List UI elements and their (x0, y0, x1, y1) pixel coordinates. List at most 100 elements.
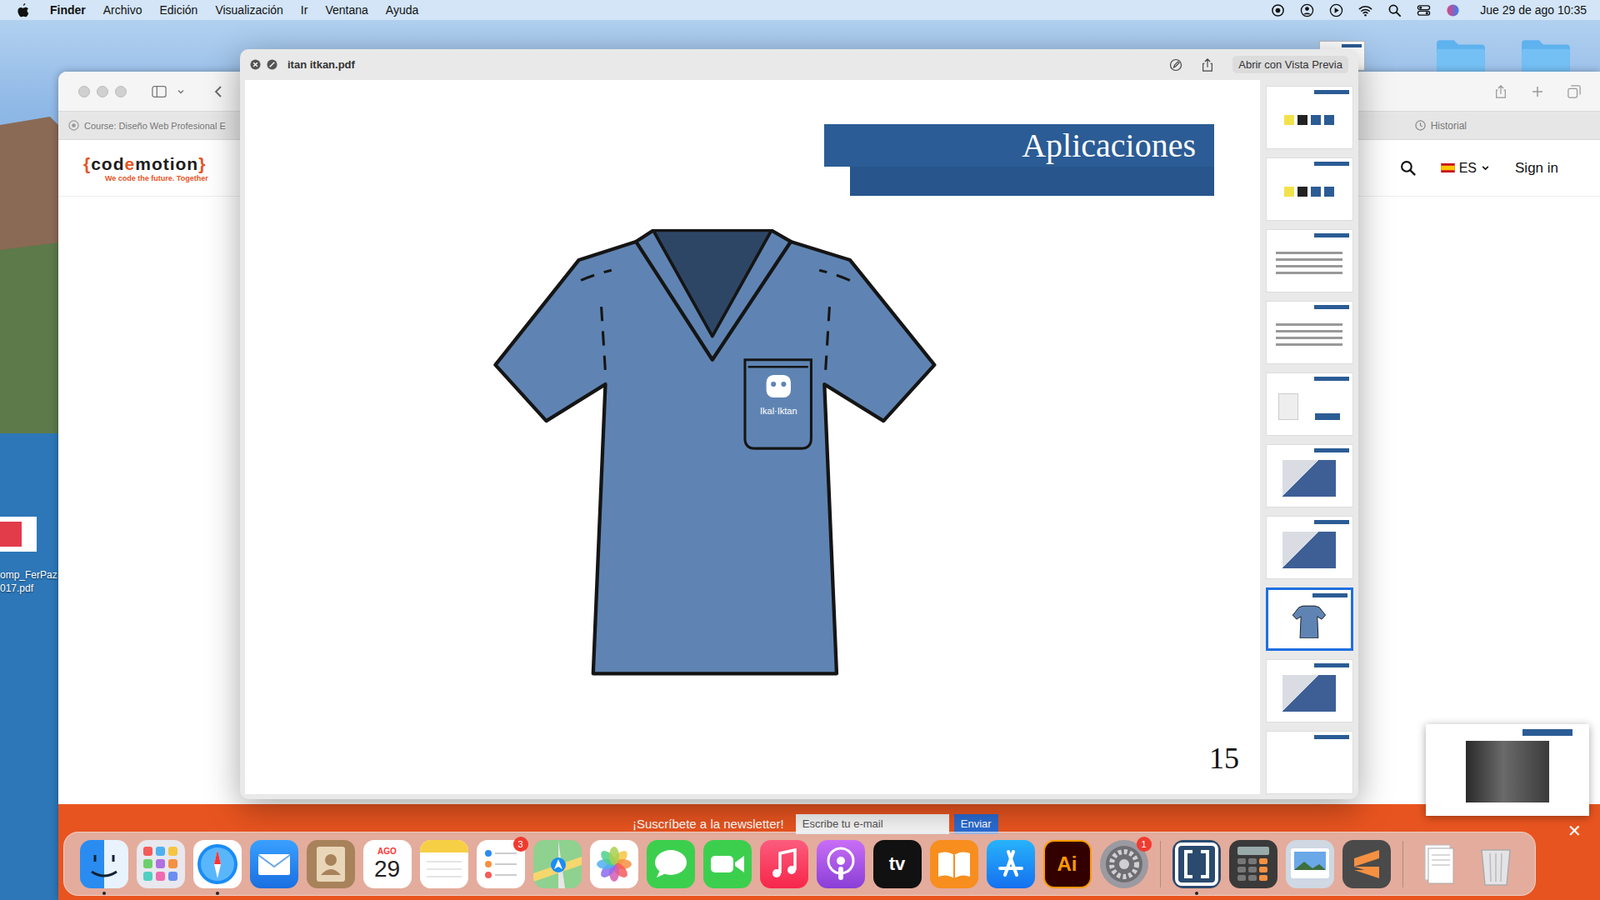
page-thumbnail[interactable] (1265, 515, 1354, 580)
dock-item[interactable] (1415, 840, 1464, 889)
page-thumbnail[interactable] (1265, 85, 1354, 150)
dock-item[interactable] (1229, 840, 1278, 889)
close-icon[interactable] (250, 59, 261, 70)
illustrator-icon[interactable]: Ai (1043, 840, 1092, 889)
dock-item[interactable] (80, 840, 129, 889)
page-thumbnail[interactable] (1265, 157, 1354, 221)
tab[interactable]: Course: Diseño Web Profesional E (68, 120, 226, 131)
dock-item[interactable] (930, 840, 979, 889)
dock-item[interactable] (703, 840, 752, 889)
menu-item[interactable]: Ventana (325, 3, 368, 17)
dock-item[interactable] (1285, 840, 1335, 889)
back-icon[interactable] (211, 85, 227, 99)
share-icon[interactable] (1493, 85, 1509, 99)
fullscreen-icon[interactable] (266, 59, 278, 70)
dock-item[interactable]: 3 (476, 840, 525, 889)
dock-item[interactable] (986, 840, 1035, 889)
chevron-down-icon[interactable] (176, 87, 185, 96)
podcasts-icon[interactable] (816, 840, 865, 889)
share-icon[interactable] (1200, 58, 1215, 72)
dock-item[interactable]: 1 (1100, 840, 1149, 889)
menu-item[interactable]: Archivo (103, 3, 143, 17)
file-thumbnail (0, 516, 37, 552)
contacts-icon[interactable] (306, 840, 355, 889)
apple-icon[interactable] (16, 3, 30, 18)
open-with-preview-button[interactable]: Abrir con Vista Previa (1232, 55, 1349, 74)
codemotion-logo[interactable]: {codemotion}We code the future. Together (83, 154, 209, 183)
calendar-icon[interactable]: AGO29 (363, 840, 412, 889)
desktop-file[interactable]: omp_FerPaz017.pdf (0, 516, 59, 595)
dock-item[interactable] (420, 840, 469, 889)
preview-icon[interactable] (1285, 840, 1335, 889)
dock-item[interactable] (590, 840, 639, 889)
close-button[interactable] (78, 85, 90, 98)
history-tab[interactable]: Historial (1415, 120, 1467, 132)
running-indicator (272, 891, 276, 895)
page-thumbnail[interactable] (1265, 229, 1354, 293)
clock[interactable]: Jue 29 de ago 10:35 (1480, 3, 1587, 17)
dock-item[interactable] (646, 840, 695, 889)
new-tab-icon[interactable] (1530, 85, 1545, 99)
close-button[interactable]: ✕ (1567, 820, 1582, 841)
search-icon[interactable] (1400, 160, 1416, 176)
search-icon[interactable] (1387, 3, 1402, 18)
dock-item[interactable] (1172, 840, 1221, 889)
running-indicator (1065, 891, 1070, 895)
music-icon[interactable] (760, 840, 809, 889)
menu-item[interactable]: Ir (300, 3, 309, 17)
menu-item[interactable]: Finder (50, 3, 86, 17)
photos-icon[interactable] (590, 840, 639, 889)
brackets-icon[interactable] (1172, 840, 1221, 889)
tv-icon[interactable]: tv (873, 840, 922, 889)
dock-item[interactable]: Ai (1043, 840, 1092, 889)
play-icon[interactable] (1329, 3, 1344, 18)
documents-icon[interactable] (1415, 840, 1464, 889)
notes-icon[interactable] (420, 840, 469, 889)
sidebar-icon[interactable] (151, 85, 167, 99)
dock-item[interactable] (760, 840, 809, 889)
sign-in-link[interactable]: Sign in (1515, 160, 1559, 177)
facetime-icon[interactable] (703, 840, 752, 889)
dock-item[interactable] (533, 840, 582, 889)
page-thumbnail[interactable] (1265, 730, 1354, 795)
menu-item[interactable]: Ayuda (385, 3, 419, 17)
control-center-icon[interactable] (1416, 3, 1431, 18)
page-thumbnail[interactable] (1265, 659, 1354, 723)
page-thumbnail[interactable] (1265, 300, 1354, 365)
safari-icon[interactable] (193, 840, 242, 889)
screen-record-icon[interactable] (1270, 3, 1285, 18)
dock-item[interactable]: AGO29 (363, 840, 412, 889)
launchpad-icon[interactable] (136, 840, 185, 889)
sublime-icon[interactable] (1342, 840, 1391, 889)
calculator-icon[interactable] (1229, 840, 1278, 889)
maps-icon[interactable] (533, 840, 582, 889)
siri-icon[interactable] (1445, 3, 1460, 18)
page-thumbnail[interactable] (1265, 587, 1354, 651)
zoom-button[interactable] (115, 85, 127, 98)
wifi-icon[interactable] (1358, 3, 1373, 18)
dock-item[interactable] (136, 840, 185, 889)
menu-item[interactable]: Edición (159, 3, 198, 17)
finder-icon[interactable] (80, 840, 129, 889)
dock-item[interactable] (816, 840, 865, 889)
screenshot-preview[interactable] (1425, 724, 1590, 816)
page-thumbnail[interactable] (1265, 444, 1354, 508)
dock-item[interactable] (1342, 840, 1391, 889)
minimize-button[interactable] (96, 85, 109, 98)
dock-item[interactable]: tv (873, 840, 922, 889)
appstore-icon[interactable] (986, 840, 1035, 889)
dock-item[interactable] (193, 840, 242, 889)
dock-item[interactable] (250, 840, 299, 889)
language-selector[interactable]: ES (1440, 160, 1490, 176)
markup-icon[interactable] (1169, 58, 1183, 72)
tabs-overview-icon[interactable] (1566, 85, 1582, 99)
page-thumbnail[interactable] (1265, 372, 1354, 436)
messages-icon[interactable] (646, 840, 695, 889)
books-icon[interactable] (930, 840, 979, 889)
dock-item[interactable] (306, 840, 355, 889)
trash-icon[interactable] (1471, 840, 1520, 889)
dock-item[interactable] (1471, 840, 1520, 889)
menu-item[interactable]: Visualización (215, 3, 283, 17)
user-icon[interactable] (1300, 3, 1315, 18)
mail-icon[interactable] (250, 840, 299, 889)
